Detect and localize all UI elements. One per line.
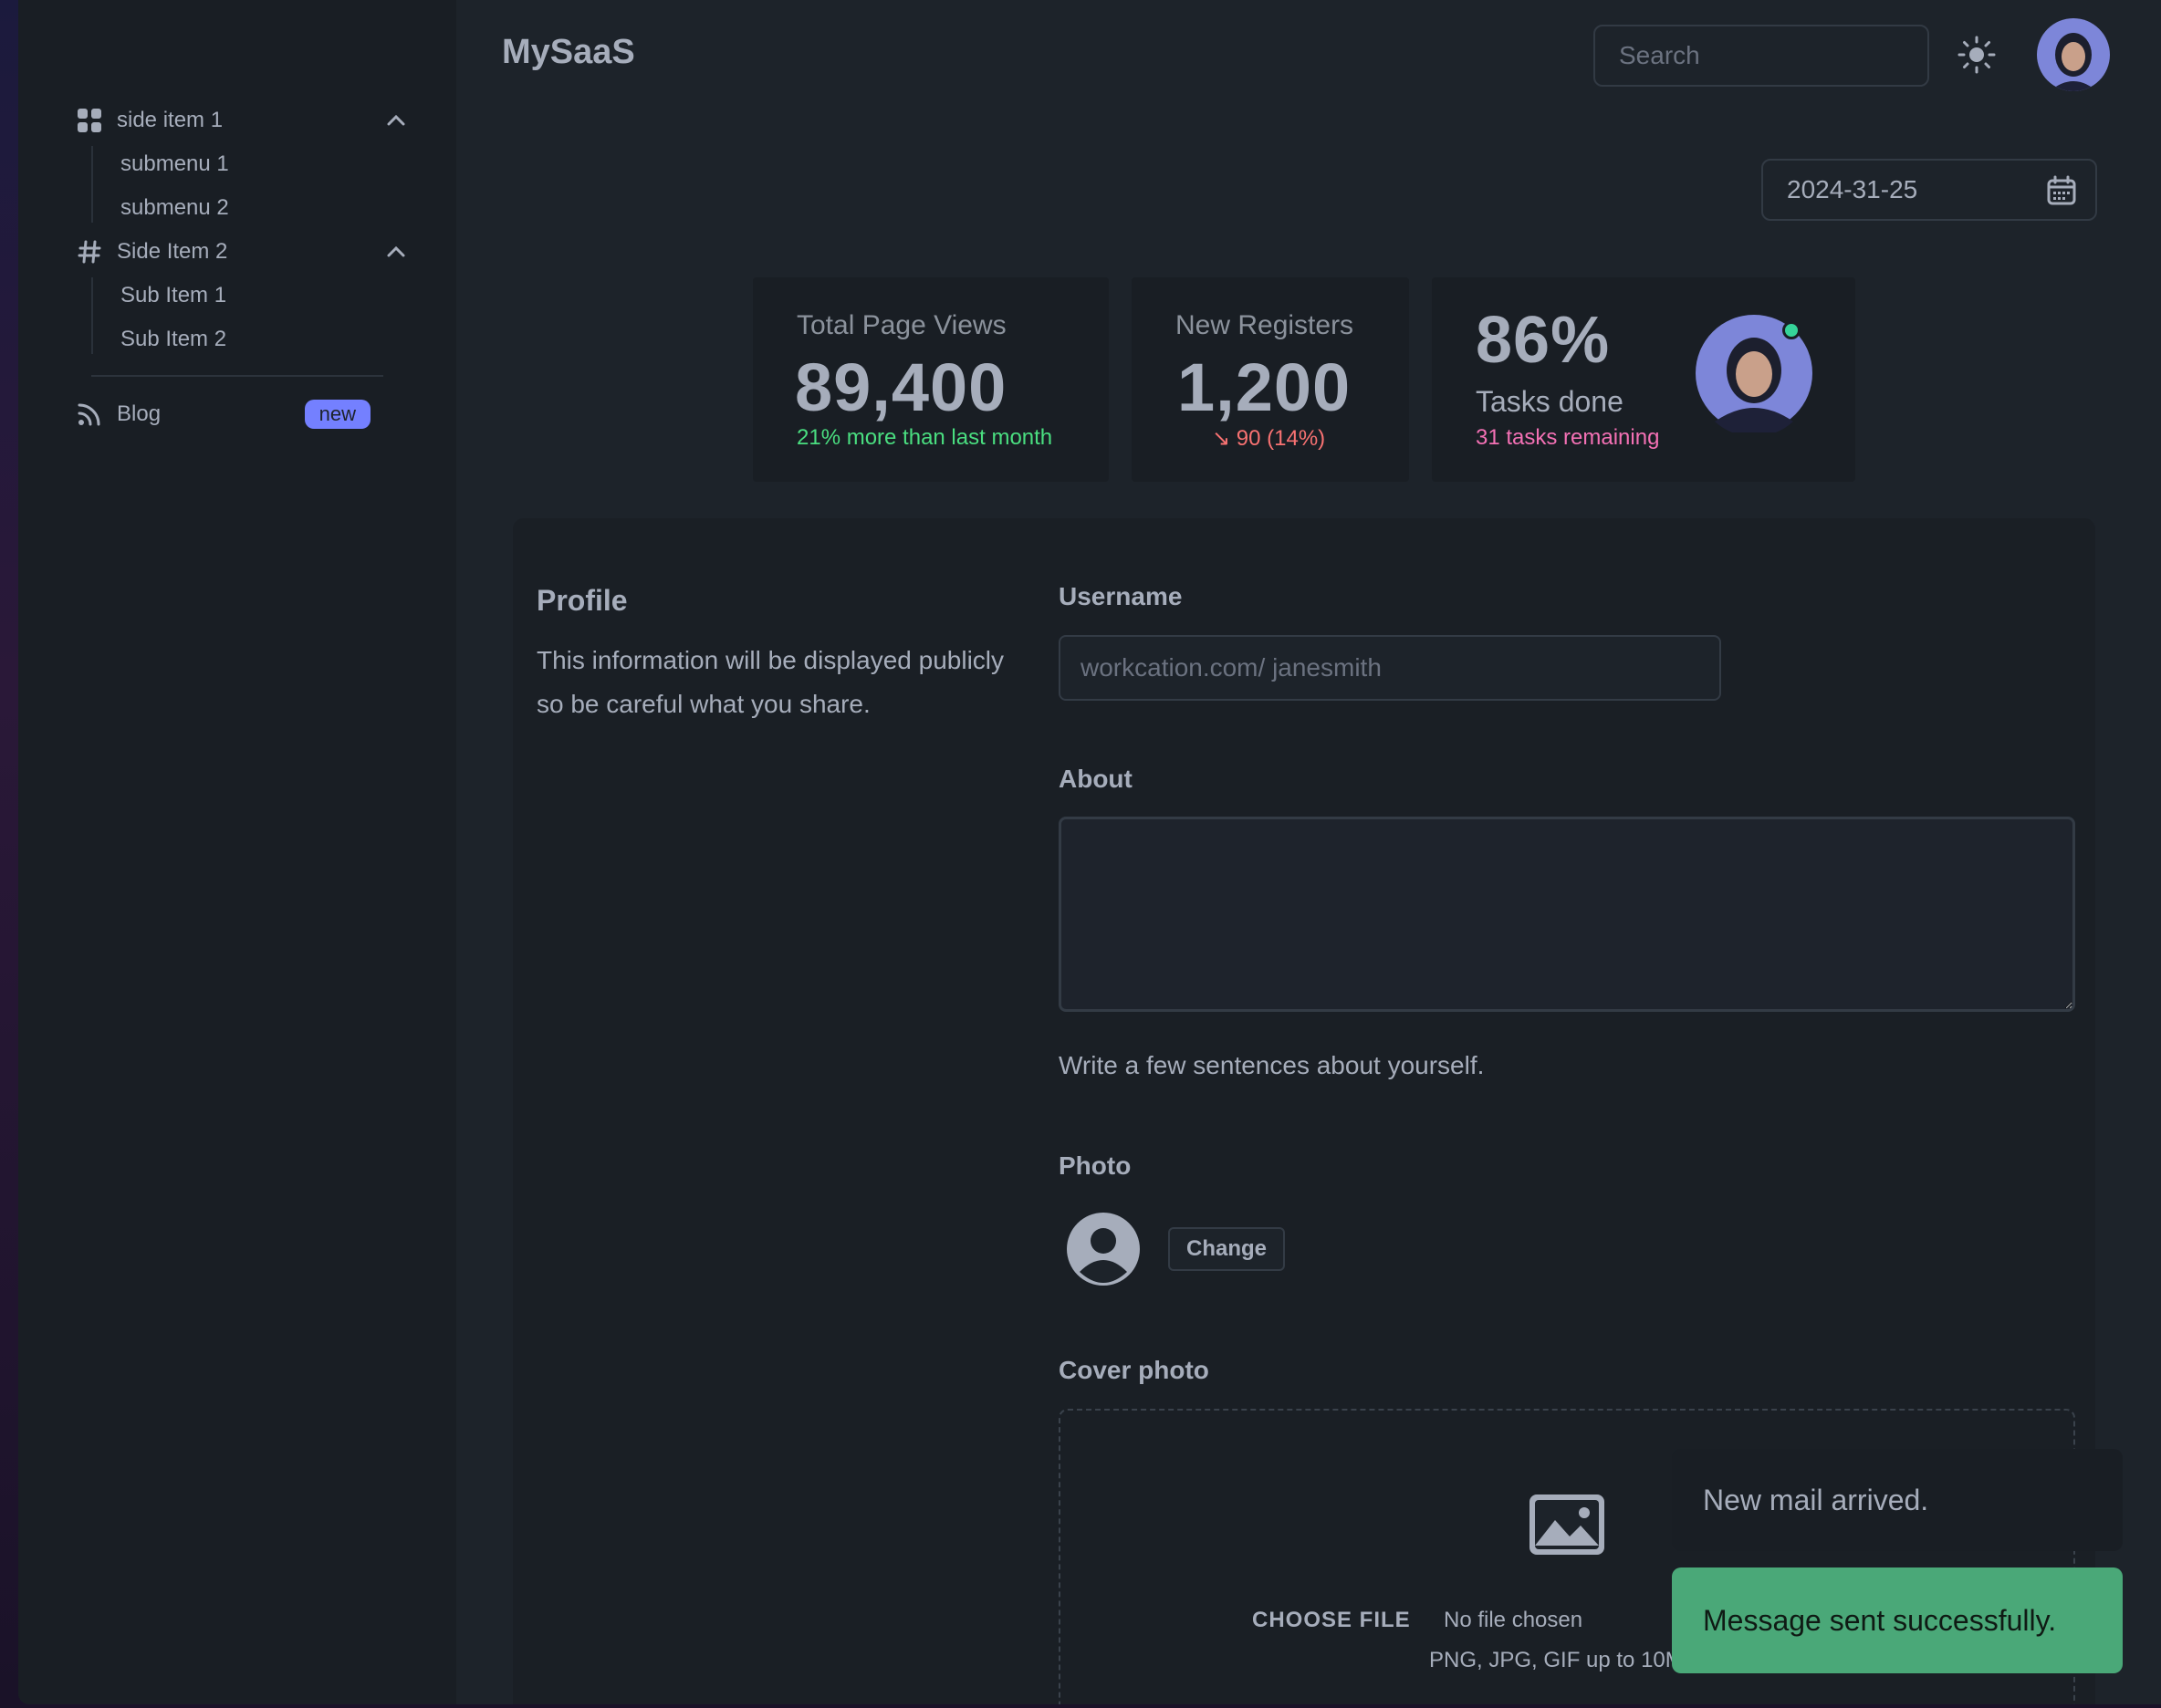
stat-new-registers: New Registers 1,200 ↘ 90 (14%) <box>1132 277 1409 482</box>
stat-page-views: Total Page Views 89,400 21% more than la… <box>753 277 1109 482</box>
profile-heading: Profile <box>537 584 628 617</box>
stat-value: 1,200 <box>1177 349 1352 425</box>
toast-message: New mail arrived. <box>1703 1483 1929 1516</box>
user-avatar[interactable] <box>2037 18 2110 91</box>
about-label: About <box>1059 765 1133 793</box>
sidebar-item-label: side item 1 <box>117 108 224 132</box>
sidebar: side item 1 submenu 1 submenu 2 Side Ite… <box>18 0 456 1704</box>
no-file-text: No file chosen <box>1444 1608 1583 1632</box>
sidebar-subitem-sub-item-1[interactable]: Sub Item 1 <box>120 274 226 318</box>
chevron-up-icon[interactable] <box>385 241 407 263</box>
stat-title: New Registers <box>1175 310 1354 340</box>
cover-photo-label: Cover photo <box>1059 1356 1209 1384</box>
about-hint: Write a few sentences about yourself. <box>1059 1051 1485 1079</box>
username-input[interactable] <box>1059 635 1721 701</box>
image-icon <box>1529 1494 1604 1555</box>
profile-description-line: This information will be displayed publi… <box>537 646 1005 674</box>
online-status-indicator <box>1782 321 1801 339</box>
toast-info[interactable]: New mail arrived. <box>1672 1449 2123 1551</box>
stat-value: 89,400 <box>795 349 1007 425</box>
stat-value: 86% <box>1476 304 1611 377</box>
rss-icon <box>77 401 102 427</box>
stat-desc: 21% more than last month <box>797 425 1053 450</box>
stat-title: Tasks done <box>1476 385 1623 418</box>
change-photo-button[interactable]: Change <box>1168 1227 1286 1271</box>
brand-title[interactable]: MySaaS <box>502 33 635 72</box>
user-circle-icon <box>1067 1213 1140 1286</box>
file-hint-text: PNG, JPG, GIF up to 10MB <box>1429 1648 1698 1672</box>
profile-description-line: so be careful what you share. <box>537 690 871 718</box>
sidebar-item-label: Side Item 2 <box>117 239 228 264</box>
sidebar-subitem-submenu-1[interactable]: submenu 1 <box>120 142 229 186</box>
about-textarea[interactable] <box>1059 817 2075 1012</box>
stat-title: Total Page Views <box>797 310 1007 340</box>
sidebar-item-label: Blog <box>117 401 162 426</box>
sidebar-item-blog[interactable]: Blog new <box>77 392 429 436</box>
chevron-up-icon[interactable] <box>385 109 407 131</box>
toast-success[interactable]: Message sent successfully. <box>1672 1567 2123 1673</box>
hash-icon <box>77 239 102 265</box>
sidebar-subitem-sub-item-2[interactable]: Sub Item 2 <box>120 318 226 361</box>
sun-icon[interactable] <box>1957 35 1997 75</box>
sidebar-item-side-item-1[interactable]: side item 1 <box>77 99 429 142</box>
sidebar-item-side-item-2[interactable]: Side Item 2 <box>77 230 429 274</box>
choose-file-button[interactable]: CHOOSE FILE <box>1252 1608 1411 1633</box>
date-picker[interactable]: 2024-31-25 <box>1761 159 2097 221</box>
submenu-line <box>91 146 93 223</box>
username-label: Username <box>1059 582 1183 610</box>
sidebar-divider <box>91 375 383 377</box>
grid-icon <box>77 108 102 133</box>
task-avatar <box>1695 314 1813 437</box>
stat-desc: ↘ 90 (14%) <box>1212 426 1326 451</box>
toast-message: Message sent successfully. <box>1703 1603 2057 1637</box>
search-input[interactable] <box>1593 25 1929 87</box>
submenu-line <box>91 277 93 354</box>
stat-desc: 31 tasks remaining <box>1476 425 1660 450</box>
stat-tasks-done: 86% Tasks done 31 tasks remaining <box>1432 277 1855 482</box>
date-value: 2024-31-25 <box>1787 175 1918 203</box>
calendar-icon[interactable] <box>2046 175 2077 206</box>
new-badge: new <box>304 400 371 429</box>
profile-description: This information will be displayed publi… <box>537 639 1048 726</box>
app-window: side item 1 submenu 1 submenu 2 Side Ite… <box>18 0 2161 1704</box>
sidebar-subitem-submenu-2[interactable]: submenu 2 <box>120 186 229 230</box>
photo-label: Photo <box>1059 1151 1132 1180</box>
